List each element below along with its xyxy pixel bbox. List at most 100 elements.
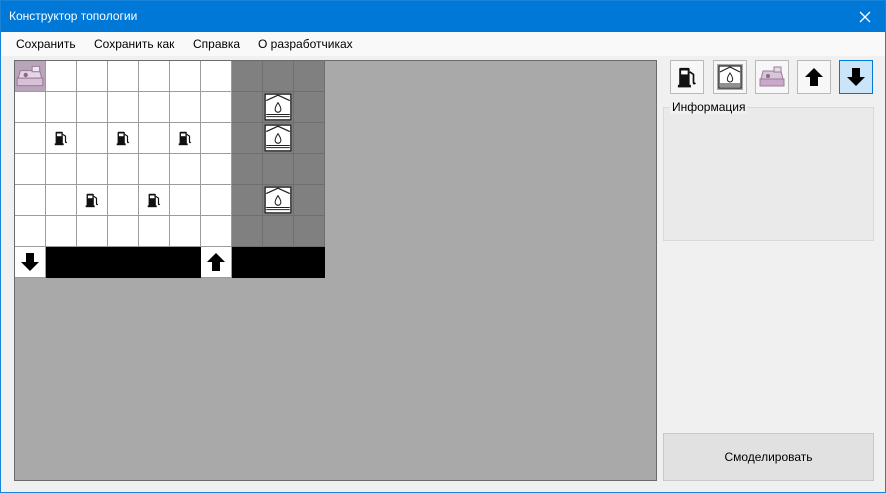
grid-cell-empty[interactable] bbox=[46, 92, 77, 123]
grid-cell-empty[interactable] bbox=[139, 92, 170, 123]
grid-cell-tank-zone[interactable] bbox=[294, 185, 325, 216]
grid-cell-fuel-tank[interactable] bbox=[263, 185, 294, 216]
grid-cell-road[interactable] bbox=[263, 247, 294, 278]
close-icon bbox=[859, 11, 871, 22]
arrow-down-icon bbox=[847, 68, 865, 86]
app-window: Конструктор топологии Сохранить Сохранит… bbox=[0, 0, 886, 493]
menu-save-as[interactable]: Сохранить как bbox=[94, 37, 174, 51]
menu-about[interactable]: О разработчиках bbox=[258, 37, 353, 51]
cash-register-icon bbox=[15, 61, 45, 91]
grid-cell-tank-zone[interactable] bbox=[232, 61, 263, 92]
grid-cell-fuel-tank[interactable] bbox=[263, 123, 294, 154]
grid-cell-empty[interactable] bbox=[108, 92, 139, 123]
grid-cell-empty[interactable] bbox=[46, 154, 77, 185]
grid-cell-empty[interactable] bbox=[46, 216, 77, 247]
grid-cell-fuel-pump[interactable] bbox=[46, 123, 77, 154]
grid-cell-empty[interactable] bbox=[46, 185, 77, 216]
grid-cell-tank-zone[interactable] bbox=[294, 92, 325, 123]
grid-cell-fuel-pump[interactable] bbox=[77, 185, 108, 216]
grid-cell-empty[interactable] bbox=[170, 154, 201, 185]
fuel-pump-icon bbox=[677, 67, 697, 88]
grid-cell-empty[interactable] bbox=[77, 61, 108, 92]
grid-cell-tank-zone[interactable] bbox=[232, 216, 263, 247]
grid-cell-empty[interactable] bbox=[201, 216, 232, 247]
menu-bar: Сохранить Сохранить как Справка О разраб… bbox=[1, 32, 885, 56]
grid-cell-empty[interactable] bbox=[139, 123, 170, 154]
grid-cell-empty[interactable] bbox=[15, 154, 46, 185]
grid-cell-road[interactable] bbox=[46, 247, 77, 278]
grid-cell-tank-zone[interactable] bbox=[263, 154, 294, 185]
grid-cell-empty[interactable] bbox=[201, 92, 232, 123]
grid-cell-empty[interactable] bbox=[139, 216, 170, 247]
grid-cell-tank-zone[interactable] bbox=[232, 92, 263, 123]
grid-cell-empty[interactable] bbox=[170, 92, 201, 123]
grid-cell-empty[interactable] bbox=[108, 185, 139, 216]
grid-cell-empty[interactable] bbox=[108, 216, 139, 247]
grid-cell-empty[interactable] bbox=[170, 185, 201, 216]
grid-cell-empty[interactable] bbox=[77, 92, 108, 123]
fuel-pump-icon bbox=[52, 128, 70, 148]
grid-cell-empty[interactable] bbox=[15, 185, 46, 216]
grid-cell-empty[interactable] bbox=[170, 61, 201, 92]
grid-cell-empty[interactable] bbox=[139, 61, 170, 92]
cash-register-icon bbox=[759, 66, 785, 87]
tool-fuel-tank-button[interactable] bbox=[713, 60, 747, 94]
menu-save[interactable]: Сохранить bbox=[16, 37, 76, 51]
grid-cell-road[interactable] bbox=[77, 247, 108, 278]
grid-cell-empty[interactable] bbox=[108, 154, 139, 185]
grid-cell-fuel-pump[interactable] bbox=[170, 123, 201, 154]
title-bar: Конструктор топологии bbox=[1, 1, 885, 32]
close-button[interactable] bbox=[845, 1, 885, 32]
info-panel: Информация bbox=[663, 100, 874, 241]
fuel-pump-icon bbox=[83, 190, 101, 210]
tool-cash-register-button[interactable] bbox=[755, 60, 789, 94]
grid-cell-cash-register[interactable] bbox=[15, 61, 46, 92]
simulate-button[interactable]: Смоделировать bbox=[663, 433, 874, 481]
grid-cell-fuel-tank[interactable] bbox=[263, 92, 294, 123]
grid-cell-tank-zone[interactable] bbox=[263, 61, 294, 92]
grid-cell-tank-zone[interactable] bbox=[232, 154, 263, 185]
grid-cell-empty[interactable] bbox=[15, 123, 46, 154]
grid-cell-empty[interactable] bbox=[108, 61, 139, 92]
grid-cell-fuel-pump[interactable] bbox=[108, 123, 139, 154]
grid-cell-tank-zone[interactable] bbox=[294, 61, 325, 92]
arrow-down-icon bbox=[18, 250, 42, 274]
tool-fuel-pump-button[interactable] bbox=[670, 60, 704, 94]
grid-cell-empty[interactable] bbox=[201, 185, 232, 216]
fuel-tank-icon bbox=[717, 64, 743, 90]
grid-cell-arrow-down[interactable] bbox=[15, 247, 46, 278]
grid-cell-fuel-pump[interactable] bbox=[139, 185, 170, 216]
menu-help[interactable]: Справка bbox=[193, 37, 240, 51]
grid-cell-empty[interactable] bbox=[46, 61, 77, 92]
tool-arrow-up-button[interactable] bbox=[797, 60, 831, 94]
simulate-label: Смоделировать bbox=[724, 450, 813, 464]
grid-cell-empty[interactable] bbox=[170, 216, 201, 247]
grid-cell-empty[interactable] bbox=[15, 216, 46, 247]
grid-cell-tank-zone[interactable] bbox=[294, 216, 325, 247]
grid-cell-empty[interactable] bbox=[15, 92, 46, 123]
grid-cell-empty[interactable] bbox=[201, 61, 232, 92]
grid-cell-empty[interactable] bbox=[77, 216, 108, 247]
fuel-pump-icon bbox=[114, 128, 132, 148]
grid-cell-empty[interactable] bbox=[139, 154, 170, 185]
grid-cell-tank-zone[interactable] bbox=[294, 154, 325, 185]
grid-cell-empty[interactable] bbox=[201, 123, 232, 154]
grid-cell-empty[interactable] bbox=[201, 154, 232, 185]
fuel-pump-icon bbox=[145, 190, 163, 210]
fuel-tank-icon bbox=[263, 123, 293, 153]
tool-arrow-down-button[interactable] bbox=[839, 60, 873, 94]
grid-cell-road[interactable] bbox=[170, 247, 201, 278]
grid-cell-road[interactable] bbox=[108, 247, 139, 278]
grid-cell-empty[interactable] bbox=[77, 154, 108, 185]
grid-cell-road[interactable] bbox=[139, 247, 170, 278]
grid-cell-tank-zone[interactable] bbox=[294, 123, 325, 154]
grid-cell-arrow-up[interactable] bbox=[201, 247, 232, 278]
grid-cell-tank-zone[interactable] bbox=[263, 216, 294, 247]
grid-cell-tank-zone[interactable] bbox=[232, 123, 263, 154]
arrow-up-icon bbox=[204, 250, 228, 274]
grid-cell-empty[interactable] bbox=[77, 123, 108, 154]
grid-cell-tank-zone[interactable] bbox=[232, 185, 263, 216]
grid-cell-road[interactable] bbox=[232, 247, 263, 278]
grid-cell-road[interactable] bbox=[294, 247, 325, 278]
topology-canvas[interactable] bbox=[14, 60, 657, 481]
